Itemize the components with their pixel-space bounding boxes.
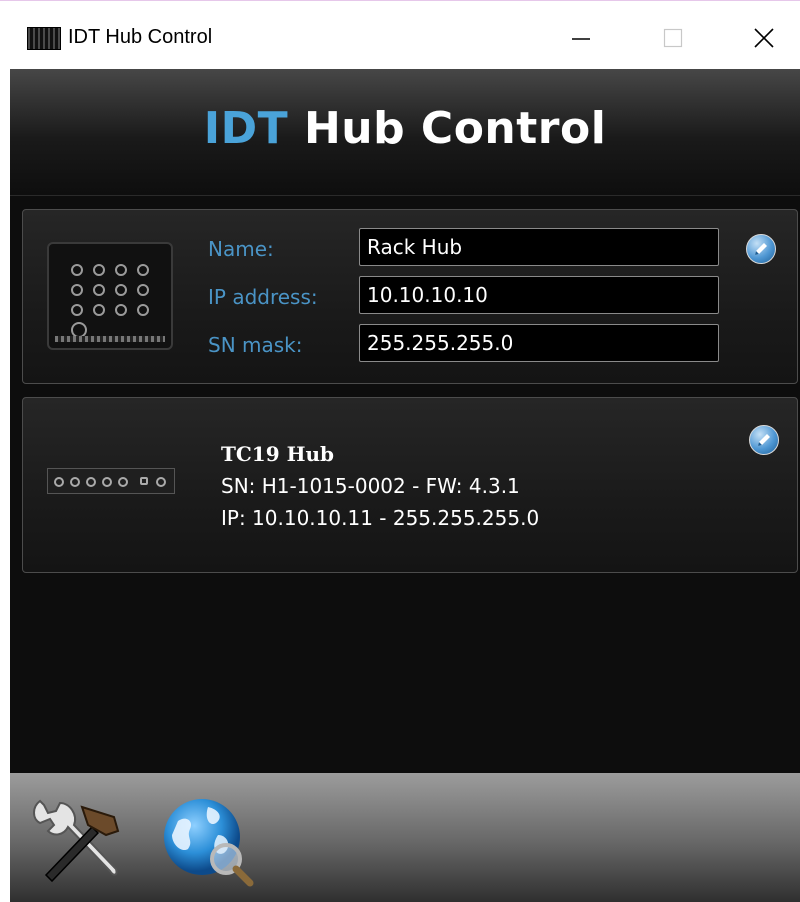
close-icon [754,28,774,48]
app-title-accent: IDT [203,103,289,154]
hub-card[interactable]: TC19 Hub SN: H1-1015-0002 - FW: 4.3.1 IP… [22,397,798,573]
minimize-icon [572,38,590,40]
hub-strip-image [47,468,175,494]
hub-sn-fw: SN: H1-1015-0002 - FW: 4.3.1 [221,474,520,498]
sn-mask-label: SN mask: [208,333,303,357]
hub-name: TC19 Hub [221,442,335,466]
close-button[interactable] [734,15,794,61]
edit-hub-button[interactable] [749,425,779,455]
pencil-icon [755,243,767,255]
hub-board-image [47,242,173,350]
name-field[interactable] [359,228,719,266]
app-header: IDT Hub Control [10,69,800,196]
app-body: IDT Hub Control Name: Rack Hub IP addres… [10,69,800,902]
hub-ip: IP: 10.10.10.11 - 255.255.255.0 [221,506,540,530]
name-label: Name: [208,237,274,261]
app-icon [27,27,61,50]
bottom-toolbar [10,773,800,902]
edit-hub-button[interactable] [746,234,776,264]
pencil-icon [758,434,770,446]
ip-address-label: IP address: [208,285,318,309]
hub-card-selected[interactable]: Name: IP address: SN mask: [22,209,798,384]
app-title-rest: Hub Control [288,103,607,154]
ip-address-field[interactable] [359,276,719,314]
title-bar: IDT Hub Control [0,1,800,69]
tools-icon [33,799,120,883]
maximize-icon [663,28,683,48]
sn-mask-field[interactable] [359,324,719,362]
discover-button[interactable] [158,791,258,891]
app-title: IDT Hub Control [10,103,800,154]
app-window: IDT Hub Control IDT Hub Control Name: Ra… [0,0,800,902]
settings-button[interactable] [26,791,126,891]
maximize-button[interactable] [643,15,703,61]
window-title: IDT Hub Control [68,26,213,48]
minimize-button[interactable] [551,15,611,61]
globe-search-icon [164,799,254,887]
